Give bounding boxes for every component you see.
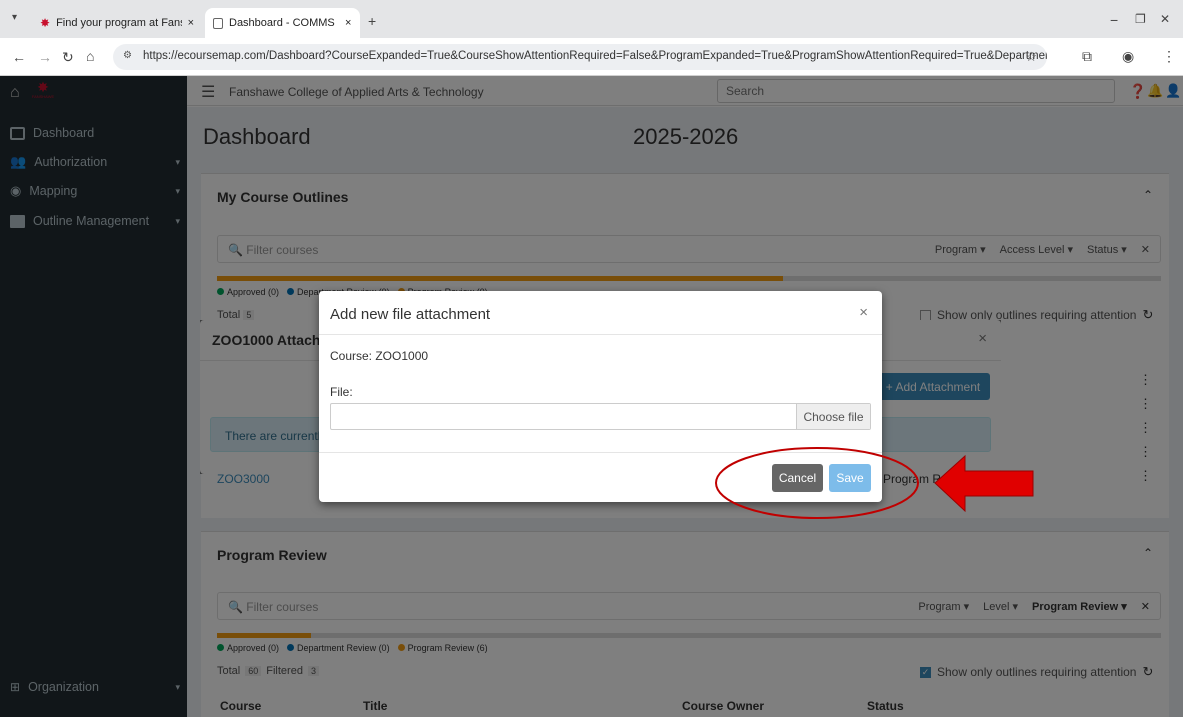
modal-title: Add new file attachment — [330, 306, 491, 323]
window-close-button[interactable]: ✕ — [1160, 13, 1170, 25]
course-label: Course: ZOO1000 — [330, 349, 429, 363]
site-info-icon[interactable]: ⚙ — [123, 50, 132, 61]
minimize-button[interactable]: − — [1110, 13, 1118, 27]
reload-icon[interactable]: ↻ — [62, 50, 74, 64]
tab-dashboard[interactable]: Dashboard - COMMS × — [205, 8, 360, 38]
bookmark-star-icon[interactable]: ☆ — [1025, 49, 1037, 65]
close-icon[interactable]: × — [345, 17, 351, 29]
browser-tab-strip: ▾ ✸ Find your program at Fanshawe × Dash… — [0, 0, 1183, 38]
tab-fanshawe[interactable]: ✸ Find your program at Fanshawe × — [32, 8, 202, 38]
close-icon[interactable]: × — [859, 304, 868, 321]
extensions-icon[interactable]: ⧉ — [1082, 49, 1092, 63]
new-tab-button[interactable]: + — [368, 14, 376, 28]
pointer-arrow-icon — [934, 454, 1034, 513]
tab-label: Find your program at Fanshawe — [56, 17, 182, 29]
close-icon[interactable]: × — [188, 17, 194, 29]
file-label: File: — [330, 385, 353, 399]
annotation-overlay — [715, 447, 1034, 519]
url-field[interactable]: ⚙ https://ecoursemap.com/Dashboard?Cours… — [113, 44, 1047, 70]
choose-file-button[interactable]: Choose file — [796, 404, 870, 429]
forward-icon[interactable]: → — [38, 50, 52, 64]
back-icon[interactable]: ← — [12, 50, 26, 64]
file-input[interactable]: Choose file — [330, 403, 871, 430]
home-icon[interactable]: ⌂ — [86, 49, 94, 63]
url-text: https://ecoursemap.com/Dashboard?CourseE… — [143, 50, 1047, 62]
page-icon — [213, 17, 223, 29]
divider — [319, 334, 882, 335]
fanshawe-logo-icon: ✸ — [40, 16, 51, 30]
tab-label: Dashboard - COMMS — [229, 17, 335, 29]
menu-icon[interactable]: ⋮ — [1162, 49, 1176, 63]
restore-button[interactable]: ❐ — [1135, 13, 1146, 25]
tab-search-icon[interactable]: ▾ — [12, 13, 17, 23]
highlight-ellipse — [715, 447, 919, 519]
profile-icon[interactable]: ◉ — [1122, 49, 1134, 63]
